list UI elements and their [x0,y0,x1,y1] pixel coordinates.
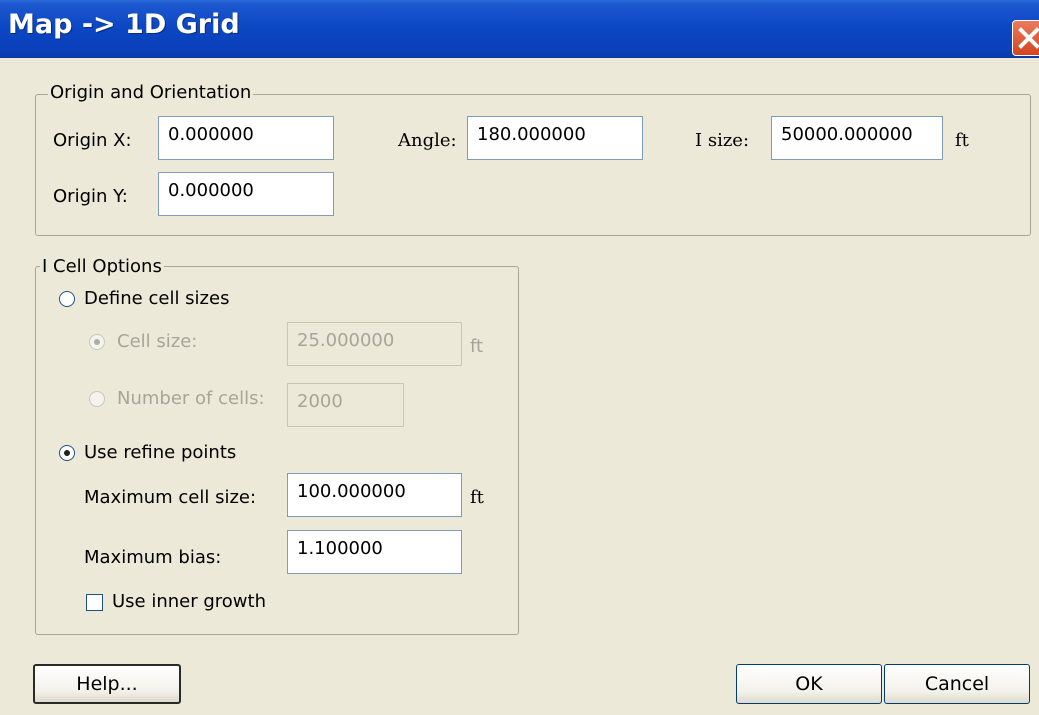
max-cell-size-label: Maximum cell size: [84,487,257,508]
use-refine-points-radio[interactable] [59,445,75,461]
number-of-cells-field[interactable]: 2000 [287,383,404,427]
angle-label: Angle: [398,130,457,151]
origin-orientation-legend: Origin and Orientation [48,82,254,104]
cancel-button[interactable]: Cancel [884,664,1030,704]
window-title: Map -> 1D Grid [8,9,240,40]
isize-unit: ft [955,130,969,151]
close-icon [1018,27,1039,49]
origin-y-label: Origin Y: [53,186,128,207]
number-of-cells-label: Number of cells: [117,388,265,409]
define-cell-sizes-radio[interactable] [59,291,75,307]
define-cell-sizes-label[interactable]: Define cell sizes [84,288,229,310]
inner-growth-label[interactable]: Use inner growth [112,591,266,613]
inner-growth-checkbox[interactable] [86,594,103,611]
max-bias-field[interactable]: 1.100000 [287,530,462,574]
max-cell-size-field[interactable]: 100.000000 [287,473,462,517]
cell-size-label: Cell size: [117,331,198,352]
title-bar[interactable]: Map -> 1D Grid [0,0,1039,58]
angle-field[interactable]: 180.000000 [467,116,643,160]
cell-size-radio[interactable] [89,334,105,350]
origin-x-field[interactable]: 0.000000 [158,116,334,160]
use-refine-points-label[interactable]: Use refine points [84,442,236,464]
cell-size-unit: ft [470,336,484,357]
isize-field[interactable]: 50000.000000 [771,116,943,160]
ok-button[interactable]: OK [736,664,882,704]
origin-x-label: Origin X: [53,130,132,151]
cell-size-field[interactable]: 25.000000 [287,322,462,366]
origin-y-field[interactable]: 0.000000 [158,172,334,216]
number-of-cells-radio[interactable] [89,391,105,407]
cell-options-legend: I Cell Options [40,256,164,278]
help-button[interactable]: Help... [33,664,181,704]
map-to-1d-grid-dialog: Map -> 1D Grid Origin and Orientation Or… [0,0,1039,715]
close-button[interactable] [1012,20,1039,56]
max-bias-label: Maximum bias: [84,547,222,568]
isize-label: I size: [695,130,750,151]
max-cell-size-unit: ft [470,487,484,508]
